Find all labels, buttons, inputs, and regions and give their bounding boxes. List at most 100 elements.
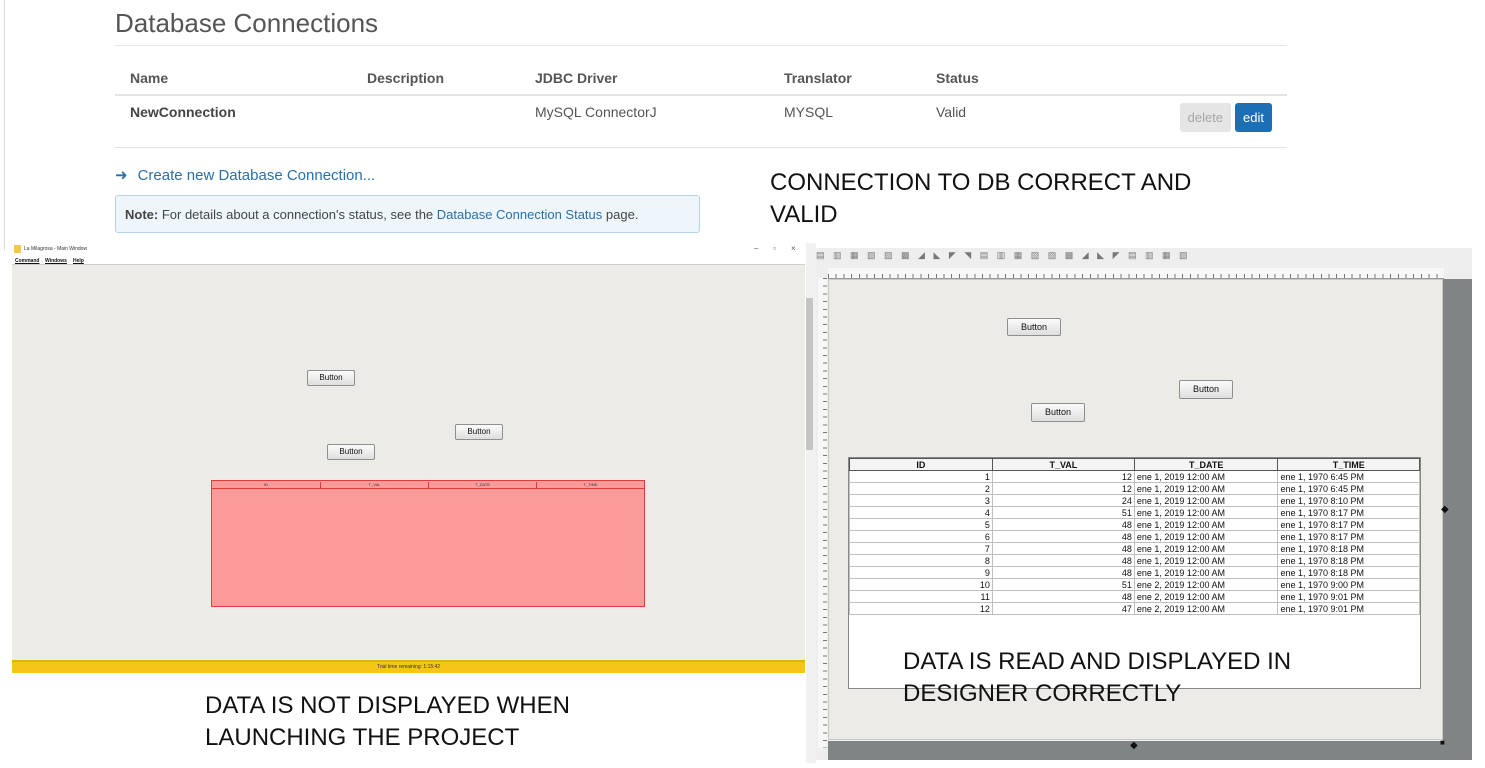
connection-status: Valid xyxy=(921,95,1121,148)
connection-driver: MySQL ConnectorJ xyxy=(520,95,769,148)
caption-line: DATA IS NOT DISPLAYED WHEN xyxy=(205,692,570,719)
cell-tval: 12 xyxy=(991,482,1135,495)
runtime-col-tval: T_VAL xyxy=(320,482,428,488)
note-label: Note: xyxy=(125,207,159,222)
edit-button[interactable]: edit xyxy=(1235,103,1272,132)
caption-line: DESIGNER CORRECTLY xyxy=(903,680,1182,707)
cell-tdate: ene 1, 2019 12:00 AM xyxy=(1133,506,1279,519)
canvas-margin-bottom xyxy=(828,741,1472,760)
cell-id: 3 xyxy=(849,494,993,507)
table-row: NewConnection MySQL ConnectorJ MYSQL Val… xyxy=(115,95,1287,148)
table-row: 12 47 ene 2, 2019 12:00 AM ene 1, 1970 9:01… xyxy=(849,602,1420,615)
close-icon[interactable]: × xyxy=(791,244,796,253)
minimize-icon[interactable]: – xyxy=(754,244,758,253)
runtime-button-1[interactable]: Button xyxy=(307,370,355,386)
caption-line: VALID xyxy=(770,201,838,228)
cell-id: 4 xyxy=(849,506,993,519)
cell-ttime: ene 1, 1970 8:17 PM xyxy=(1277,530,1420,543)
trial-time-bar: Trial time remaining: 1:15:42 xyxy=(12,662,805,673)
table-row: 2 12 ene 1, 2019 12:00 AM ene 1, 1970 6:45 … xyxy=(849,482,1420,495)
note-text-before: For details about a connection's status,… xyxy=(161,207,434,222)
cell-ttime: ene 1, 1970 8:18 PM xyxy=(1277,542,1420,555)
menu-help[interactable]: Help xyxy=(73,258,84,264)
column-header-name: Name xyxy=(115,62,352,96)
table-row: 9 48 ene 1, 2019 12:00 AM ene 1, 1970 8:18 … xyxy=(849,566,1420,579)
cell-id: 1 xyxy=(849,470,993,483)
runtime-col-id: ID xyxy=(264,482,268,487)
runtime-button-2[interactable]: Button xyxy=(455,424,503,440)
cell-tdate: ene 1, 2019 12:00 AM xyxy=(1133,470,1279,483)
maximize-icon[interactable]: ▫ xyxy=(773,244,776,253)
cell-ttime: ene 1, 1970 6:45 PM xyxy=(1277,470,1420,483)
cell-id: 8 xyxy=(849,554,993,567)
connection-status-link[interactable]: Database Connection Status xyxy=(437,207,603,222)
cell-id: 5 xyxy=(849,518,993,531)
column-header-jdbc-driver: JDBC Driver xyxy=(520,62,769,96)
window-title: La Milagrosa - Main Window xyxy=(24,246,88,252)
delete-button[interactable]: delete xyxy=(1179,103,1232,132)
cell-ttime: ene 1, 1970 9:01 PM xyxy=(1277,602,1420,615)
runtime-table-header: ID T_VAL T_DATE T_TIME xyxy=(212,481,644,489)
cell-tdate: ene 1, 2019 12:00 AM xyxy=(1133,494,1279,507)
note-text-after: page. xyxy=(605,207,639,222)
cell-tval: 48 xyxy=(991,530,1135,543)
runtime-button-3[interactable]: Button xyxy=(327,444,375,460)
cell-tdate: ene 1, 2019 12:00 AM xyxy=(1133,542,1279,555)
cell-tdate: ene 2, 2019 12:00 AM xyxy=(1133,590,1279,603)
designer-button-3[interactable]: Button xyxy=(1031,403,1085,422)
arrow-right-icon: ➜ xyxy=(115,167,128,184)
cell-id: 2 xyxy=(849,482,993,495)
runtime-col-ttime: T_TIME xyxy=(536,482,644,488)
designer-toolbar[interactable]: ▤ ▥ ▦ ▧ ▨ ▩ ◢ ◣ ◤ ◥ ▤ ▥ ▦ ▧ ▨ ▩ ◢ ◣ ◤ ▤ … xyxy=(816,250,1472,262)
cell-tdate: ene 2, 2019 12:00 AM xyxy=(1133,602,1279,615)
runtime-col-tdate: T_DATE xyxy=(428,482,536,488)
table-row: 1 12 ene 1, 2019 12:00 AM ene 1, 1970 6:45 … xyxy=(849,470,1420,483)
resize-horizontal-icon[interactable]: ◆ xyxy=(1441,504,1449,515)
page-title: Database Connections xyxy=(115,8,379,38)
designer-col-tval: T_VAL xyxy=(991,458,1135,471)
cell-tval: 24 xyxy=(991,494,1135,507)
caption-connection-valid: CONNECTION TO DB CORRECT AND VALID xyxy=(770,167,1191,231)
connection-name: NewConnection xyxy=(115,95,352,148)
scrollbar-thumb[interactable] xyxy=(806,298,813,450)
cell-ttime: ene 1, 1970 8:17 PM xyxy=(1277,506,1420,519)
designer-button-1[interactable]: Button xyxy=(1007,318,1061,336)
resize-corner-icon[interactable]: ■ xyxy=(1440,738,1445,747)
caption-data-not-displayed: DATA IS NOT DISPLAYED WHEN LAUNCHING THE… xyxy=(205,690,570,754)
cell-ttime: ene 1, 1970 9:00 PM xyxy=(1277,578,1420,591)
cell-ttime: ene 1, 1970 8:10 PM xyxy=(1277,494,1420,507)
designer-col-ttime: T_TIME xyxy=(1277,458,1420,471)
vertical-ruler xyxy=(818,278,827,748)
caption-line: DATA IS READ AND DISPLAYED IN xyxy=(903,648,1292,675)
resize-vertical-icon[interactable]: ◆ xyxy=(1130,740,1138,751)
cell-tdate: ene 1, 2019 12:00 AM xyxy=(1133,554,1279,567)
menu-command[interactable]: Command xyxy=(15,258,39,264)
cell-id: 11 xyxy=(849,590,993,603)
cell-ttime: ene 1, 1970 9:01 PM xyxy=(1277,590,1420,603)
table-row: 11 48 ene 2, 2019 12:00 AM ene 1, 1970 9:01… xyxy=(849,590,1420,603)
cell-ttime: ene 1, 1970 8:17 PM xyxy=(1277,518,1420,531)
table-row: 6 48 ene 1, 2019 12:00 AM ene 1, 1970 8:17 … xyxy=(849,530,1420,543)
create-connection-link[interactable]: ➜ Create new Database Connection... xyxy=(115,166,375,184)
cell-ttime: ene 1, 1970 8:18 PM xyxy=(1277,554,1420,567)
cell-tdate: ene 1, 2019 12:00 AM xyxy=(1133,530,1279,543)
cell-tval: 51 xyxy=(991,506,1135,519)
column-header-translator: Translator xyxy=(769,62,921,96)
menu-windows[interactable]: Windows xyxy=(45,258,67,264)
app-icon xyxy=(14,245,21,253)
caption-line: CONNECTION TO DB CORRECT AND xyxy=(770,169,1192,196)
table-row: 3 24 ene 1, 2019 12:00 AM ene 1, 1970 8:10 … xyxy=(849,494,1420,507)
table-header-row: Name Description JDBC Driver Translator … xyxy=(115,62,1287,96)
cell-tval: 12 xyxy=(991,470,1135,483)
runtime-data-table-empty[interactable]: ID T_VAL T_DATE T_TIME xyxy=(211,480,645,607)
create-connection-label: Create new Database Connection... xyxy=(137,167,376,184)
column-header-description: Description xyxy=(352,62,520,96)
designer-button-2[interactable]: Button xyxy=(1179,380,1233,399)
title-divider xyxy=(115,45,1287,46)
cell-tval: 48 xyxy=(991,566,1135,579)
connection-actions: delete edit xyxy=(1121,95,1287,148)
cell-tval: 47 xyxy=(991,602,1135,615)
cell-tval: 51 xyxy=(991,578,1135,591)
cell-tval: 48 xyxy=(991,590,1135,603)
designer-table: ID T_VAL T_DATE T_TIME 1 12 ene 1, 2019 12… xyxy=(849,458,1420,615)
